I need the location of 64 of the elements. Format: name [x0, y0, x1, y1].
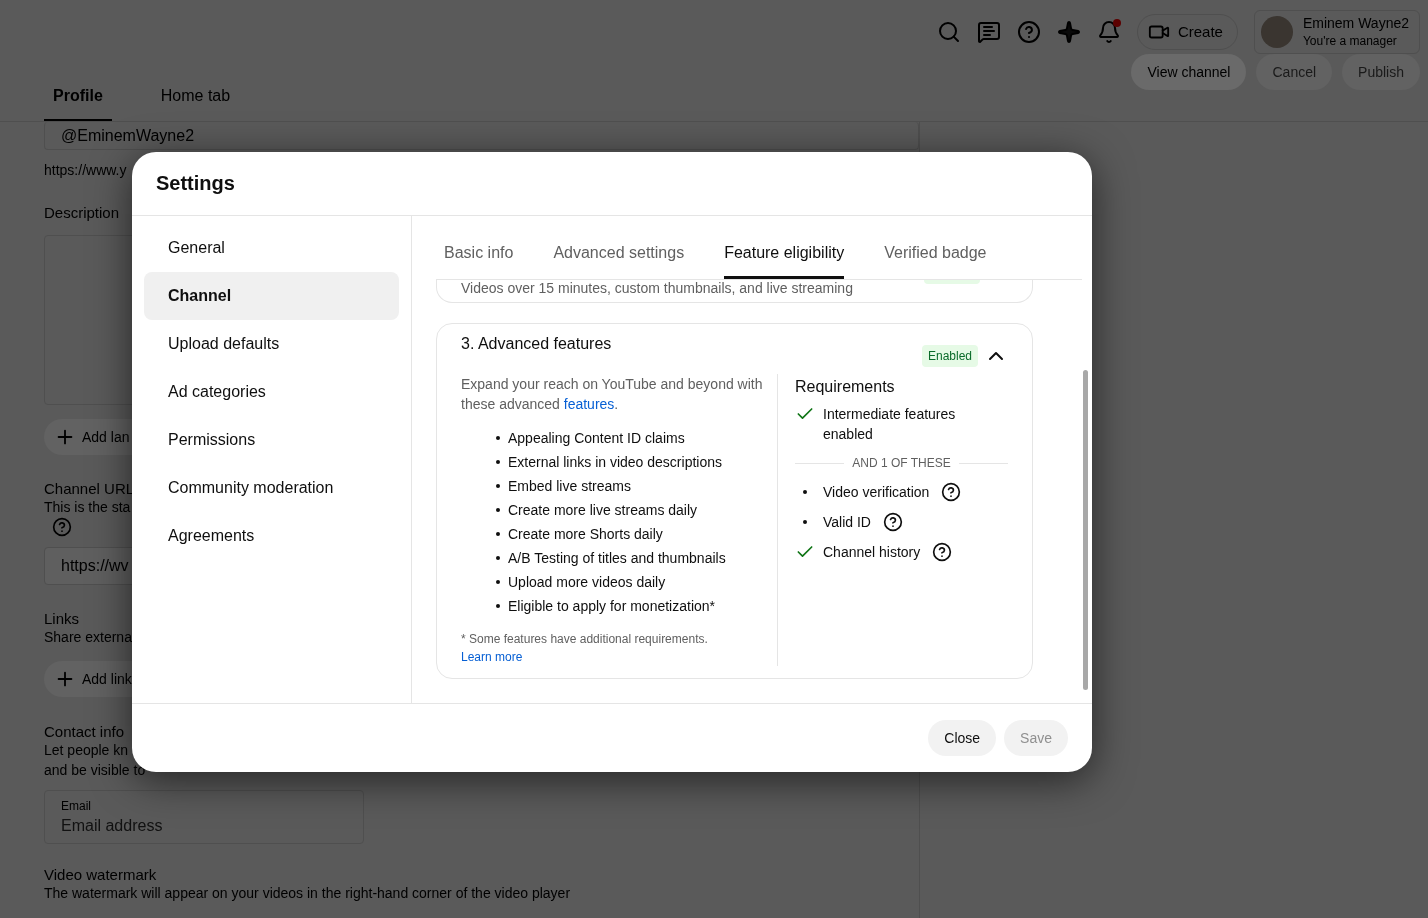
settings-nav-item[interactable]: Agreements: [144, 512, 399, 560]
email-label: Email: [61, 799, 92, 813]
bullet: [496, 460, 500, 464]
video-watermark-hint: The watermark will appear on your videos in the right-hand corner of the video player: [44, 884, 571, 903]
settings-tab[interactable]: Basic info: [444, 244, 514, 279]
feature-item: Eligible to apply for monetization*: [508, 597, 715, 615]
search-icon[interactable]: [936, 19, 961, 44]
footnote: * Some features have additional requirements. Learn more: [461, 631, 709, 666]
settings-tab[interactable]: Verified badge: [884, 244, 987, 279]
video-watermark-label: Video watermark: [44, 866, 157, 883]
card-description: Expand your reach on YouTube and beyond with these advanced features.: [461, 375, 763, 414]
feature-item: Appealing Content ID claims: [508, 429, 685, 447]
feature-item: Create more live streams daily: [508, 501, 698, 519]
contact-info-hint: Let people kn: [44, 741, 129, 760]
bullet: [496, 532, 500, 536]
requirement-text: Channel history: [823, 543, 921, 562]
links-hint: Share externa: [44, 628, 132, 647]
channel-url-hint: This is the sta: [44, 498, 131, 517]
bullet: [496, 604, 500, 608]
settings-nav-item[interactable]: Community moderation: [144, 464, 399, 512]
bullet: [496, 436, 500, 440]
dialog-button[interactable]: Close: [928, 720, 997, 756]
bullet: [496, 580, 500, 584]
dialog-title: Settings: [132, 152, 1092, 216]
settings-tab[interactable]: Feature eligibility: [724, 244, 845, 279]
feature-item: External links in video descriptions: [508, 453, 722, 471]
email-placeholder: Email address: [61, 817, 164, 835]
requirement-text: Valid ID: [823, 513, 871, 532]
feature-item: A/B Testing of titles and thumbnails: [508, 549, 726, 567]
help-icon[interactable]: [883, 512, 903, 532]
settings-nav-item[interactable]: Channel: [144, 272, 399, 320]
learn-more-link[interactable]: Learn more: [461, 650, 523, 664]
divider-label: AND 1 OF THESE: [795, 456, 1008, 470]
bullet: [496, 556, 500, 560]
feedback-icon[interactable]: [976, 19, 1001, 44]
settings-nav-item[interactable]: Upload defaults: [144, 320, 399, 368]
feature-item: Upload more videos daily: [508, 573, 666, 591]
sparkle-icon[interactable]: [1056, 19, 1081, 44]
account-role: You're a manager: [1302, 34, 1398, 48]
links-label: Links: [44, 610, 80, 627]
help-icon[interactable]: [932, 542, 953, 562]
settings-nav-item[interactable]: General: [144, 224, 399, 272]
settings-tab[interactable]: Advanced settings: [553, 244, 685, 279]
bullet: [496, 484, 500, 488]
bullet: [496, 508, 500, 512]
requirement-text: Video verification: [823, 483, 930, 502]
card-title: 3. Advanced features: [461, 335, 612, 353]
card-summary: Videos over 15 minutes, custom thumbnails, and live streaming: [461, 280, 853, 296]
channel-url-label: Channel URL: [44, 480, 135, 497]
help-icon[interactable]: [941, 482, 962, 502]
handle-url: https://www.y: [44, 161, 127, 180]
requirement-text: Intermediate features enabled: [823, 405, 957, 444]
feature-item: Create more Shorts daily: [508, 525, 663, 543]
description-label: Description: [44, 204, 120, 221]
requirements-title: Requirements: [795, 378, 896, 396]
action-button[interactable]: View channel: [1131, 53, 1247, 90]
status-badge: Enabled: [921, 345, 978, 367]
contact-info-label: Contact info: [44, 723, 125, 740]
avatar: [1260, 15, 1293, 48]
account-name: Eminem Wayne2: [1302, 15, 1409, 31]
settings-nav-item[interactable]: Ad categories: [144, 368, 399, 416]
contact-info-hint: and be visible to: [44, 761, 146, 780]
feature-item: Embed live streams: [508, 477, 631, 495]
notifications-icon[interactable]: [1096, 19, 1121, 44]
